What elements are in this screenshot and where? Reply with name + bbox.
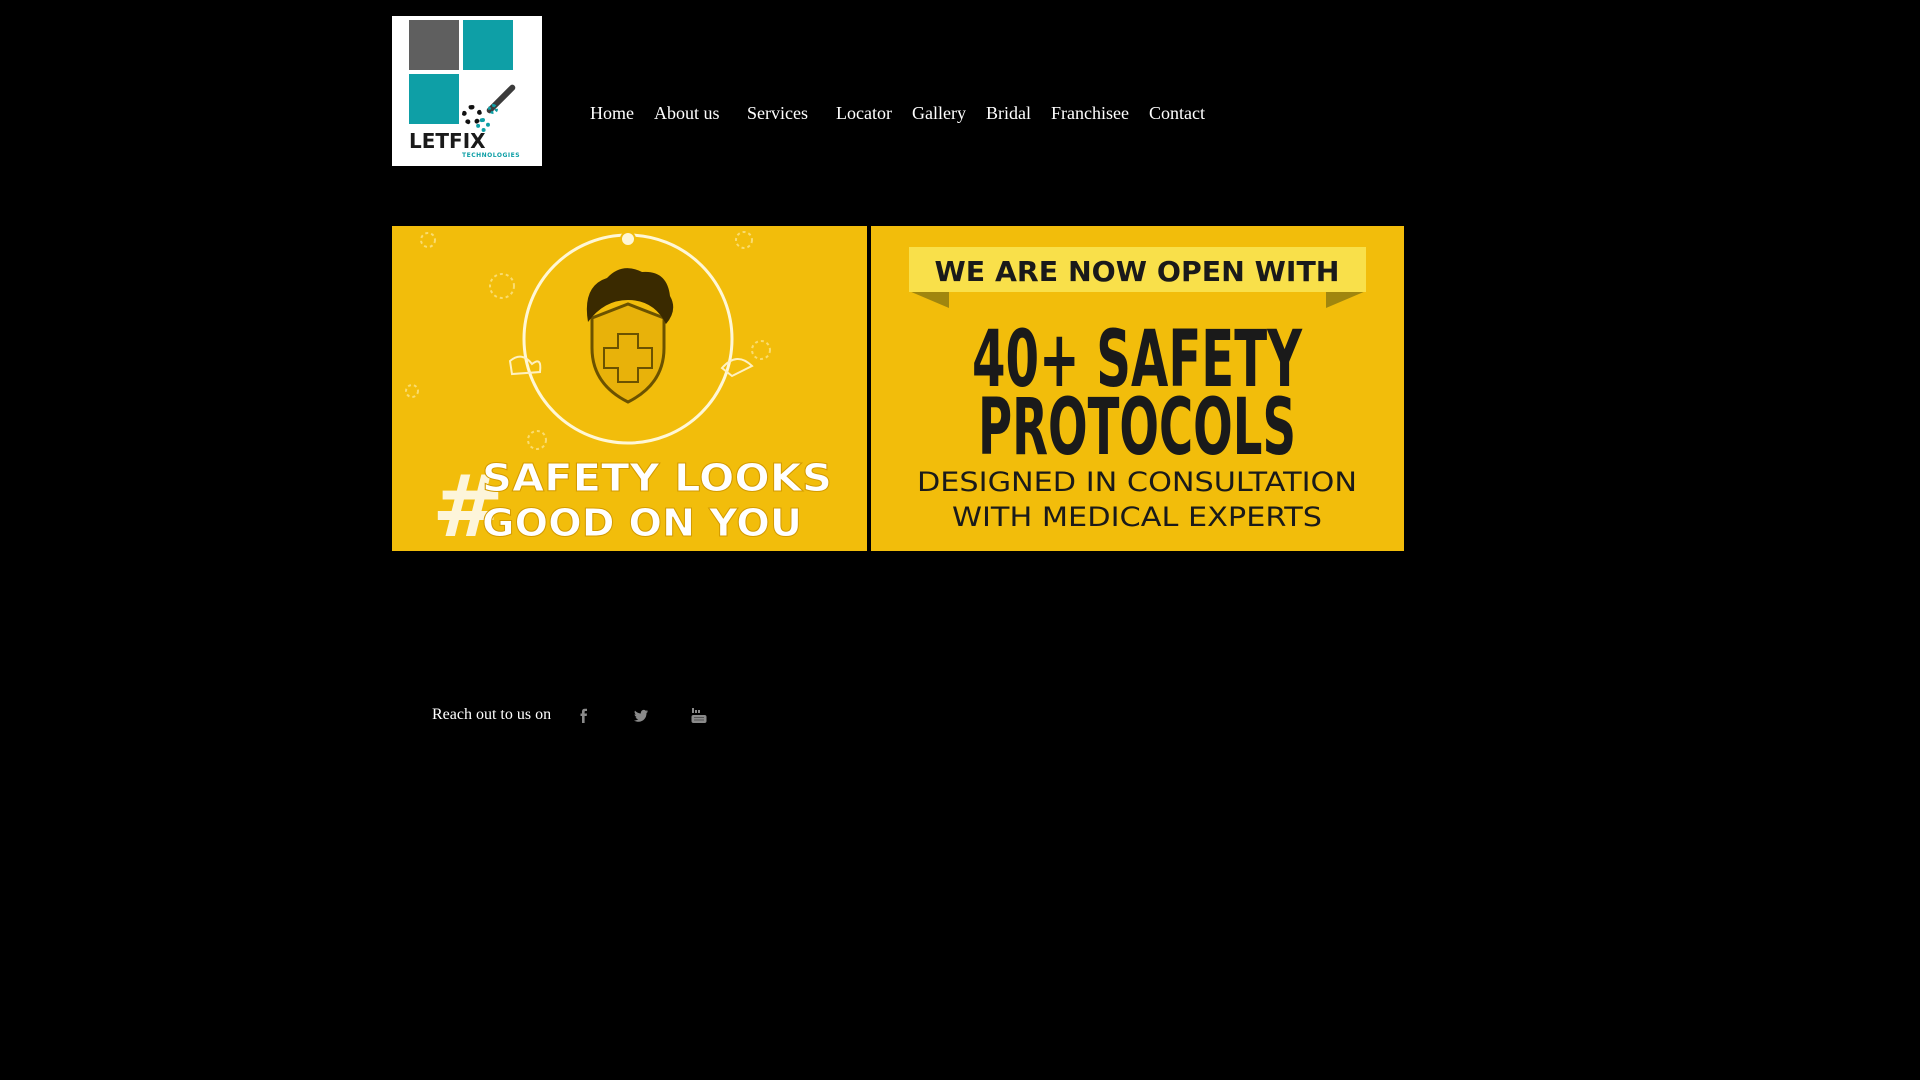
youtube-icon[interactable] (690, 707, 708, 725)
facebook-icon[interactable] (575, 707, 593, 725)
subline-2: WITH MEDICAL EXPERTS (952, 502, 1322, 533)
nav-contact[interactable]: Contact (1149, 103, 1205, 124)
logo-tagline: TECHNOLOGIES (462, 152, 521, 159)
subline-1: DESIGNED IN CONSULTATION (917, 467, 1357, 498)
nav-franchisee[interactable]: Franchisee (1051, 103, 1129, 124)
logo-brand-text: LETFIX (409, 129, 486, 153)
banner-safety-looks-good: # SAFETY LOOKS GOOD ON YOU (392, 226, 867, 551)
nav-bridal[interactable]: Bridal (986, 103, 1031, 124)
social-label: Reach out to us on (432, 706, 552, 723)
banner-line-2: GOOD ON YOU (482, 501, 802, 545)
twitter-icon[interactable] (632, 707, 650, 725)
nav-locator[interactable]: Locator (836, 103, 892, 124)
banner-safety-protocols: WE ARE NOW OPEN WITH 40+ SAFETY PROTOCOL… (871, 226, 1404, 551)
ribbon-text: WE ARE NOW OPEN WITH (935, 255, 1340, 288)
logo-square-gray (409, 20, 459, 70)
letfix-logo[interactable]: LETFIX TECHNOLOGIES (392, 16, 542, 166)
banner-line-1: SAFETY LOOKS (482, 456, 832, 500)
logo-square-teal-top (463, 20, 513, 70)
headline-line-2: PROTOCOLS (978, 383, 1296, 473)
nav-home[interactable]: Home (590, 103, 634, 124)
nav-services[interactable]: Services (747, 103, 808, 124)
nav-about-us[interactable]: About us (654, 103, 720, 124)
nav-gallery[interactable]: Gallery (912, 103, 966, 124)
gear-icon-tiny (488, 104, 498, 114)
logo-square-teal-bottom (409, 74, 459, 124)
